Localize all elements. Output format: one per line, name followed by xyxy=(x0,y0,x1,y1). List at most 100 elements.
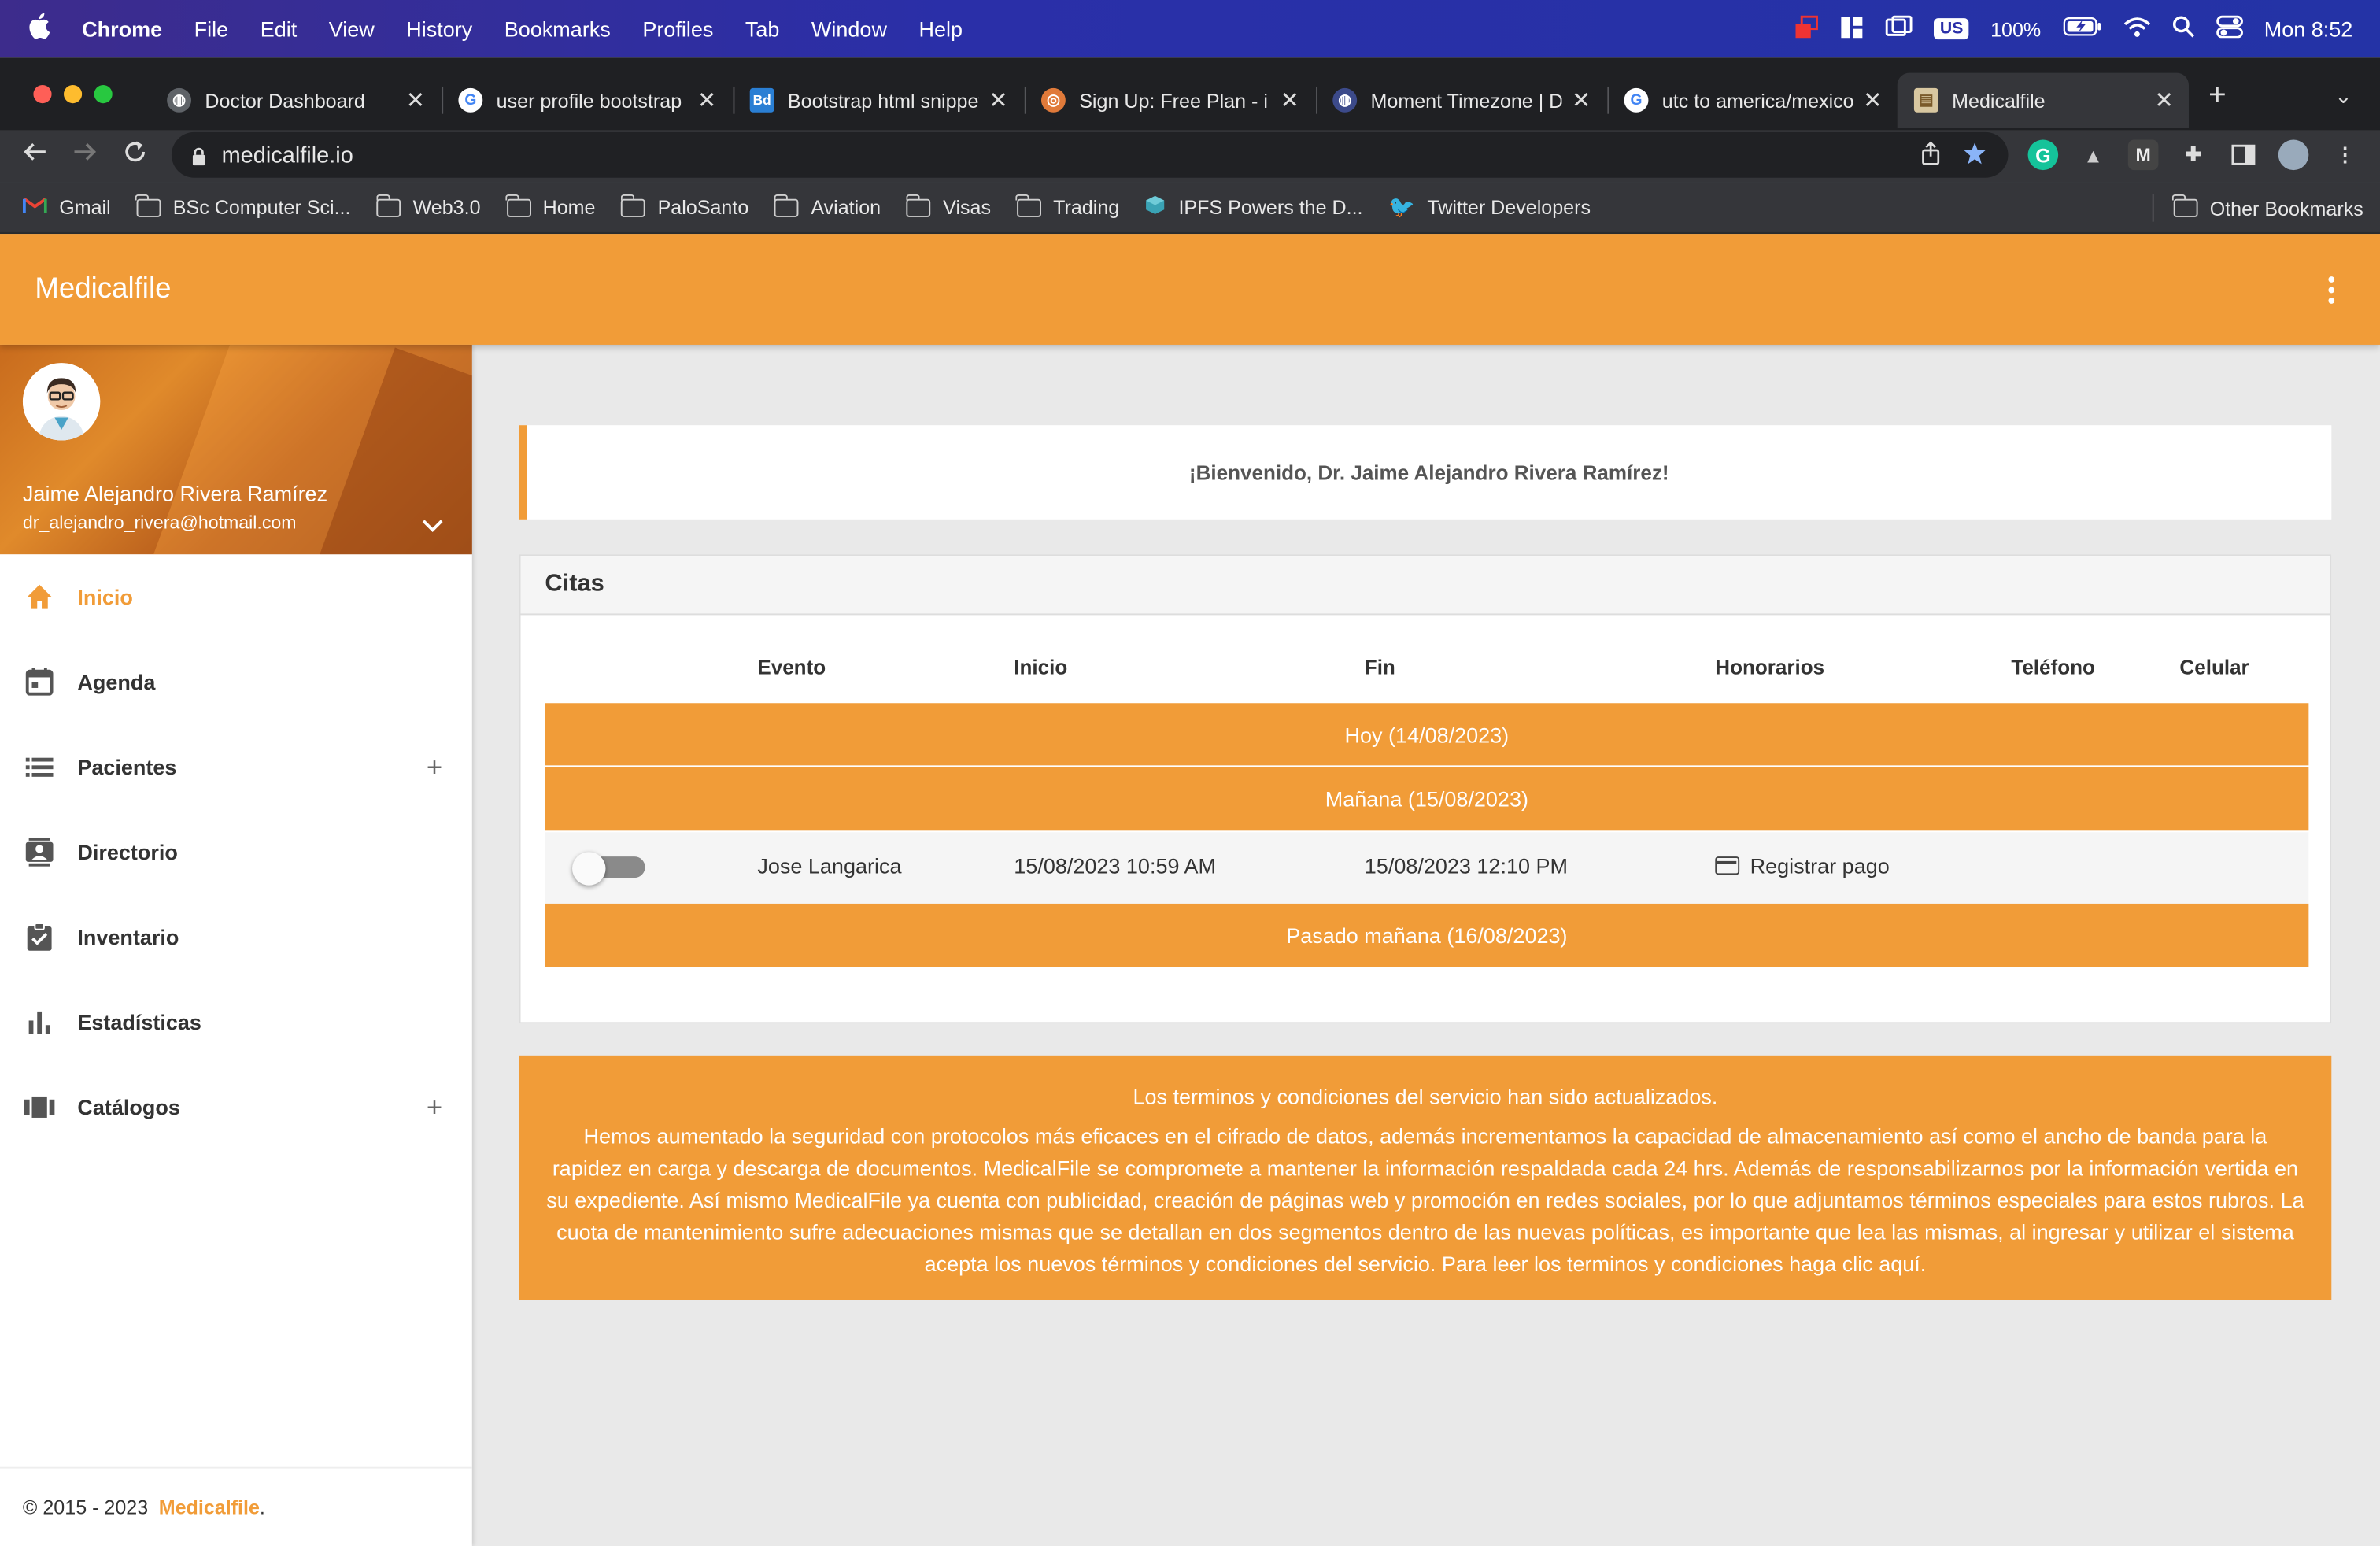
macos-menubar: Chrome File Edit View History Bookmarks … xyxy=(0,0,2380,58)
other-bookmarks[interactable]: Other Bookmarks xyxy=(2172,183,2363,235)
profile-avatar-icon[interactable] xyxy=(2278,139,2309,171)
control-center-icon[interactable] xyxy=(2216,15,2243,43)
menu-window[interactable]: Window xyxy=(811,17,887,41)
window-layout-icon[interactable] xyxy=(1840,14,1864,43)
registrar-pago-link[interactable]: Registrar pago xyxy=(1750,853,1890,878)
address-bar[interactable]: medicalfile.io xyxy=(171,131,2009,178)
footer-brand-link[interactable]: Medicalfile xyxy=(159,1496,260,1518)
globe-icon: ◍ xyxy=(167,87,191,113)
bookmark-star-icon[interactable] xyxy=(1963,141,1987,172)
close-tab-icon[interactable]: ✕ xyxy=(1572,87,1591,114)
list-icon xyxy=(24,752,55,782)
menubar-clock[interactable]: Mon 8:52 xyxy=(2264,17,2353,41)
bookmark-folder-web3[interactable]: Web3.0 xyxy=(375,193,481,219)
tab-bootstrap-snippets[interactable]: Bd Bootstrap html snippets ✕ xyxy=(734,73,1022,128)
input-source-badge[interactable]: US xyxy=(1934,18,1970,40)
app-brand[interactable]: Medicalfile xyxy=(35,273,171,306)
doctor-avatar[interactable] xyxy=(22,363,101,441)
sidebar-item-estadisticas[interactable]: Estadísticas xyxy=(0,979,472,1064)
bookmark-folder-trading[interactable]: Trading xyxy=(1015,193,1119,219)
wifi-icon[interactable] xyxy=(2123,16,2150,42)
tab-user-profile-bootstrap[interactable]: G user profile bootstrap ✕ xyxy=(443,73,731,128)
extension-m-icon[interactable]: M xyxy=(2127,139,2159,171)
sidebar-item-label: Inicio xyxy=(77,584,133,609)
menu-app-name[interactable]: Chrome xyxy=(82,17,162,41)
table-row[interactable]: Jose Langarica 15/08/2023 10:59 AM 15/08… xyxy=(545,832,2309,904)
folder-icon xyxy=(2172,194,2198,217)
side-panel-icon[interactable] xyxy=(2228,139,2259,170)
close-tab-icon[interactable]: ✕ xyxy=(1863,87,1882,114)
notice-title: Los terminos y condiciones del servicio … xyxy=(1133,1084,1718,1109)
tab-sign-up-free-plan[interactable]: ◎ Sign Up: Free Plan - i ✕ xyxy=(1026,73,1314,128)
back-arrow-icon[interactable] xyxy=(21,139,49,173)
chevron-down-icon[interactable] xyxy=(422,515,443,538)
close-tab-icon[interactable]: ✕ xyxy=(2154,87,2173,114)
menu-bookmarks[interactable]: Bookmarks xyxy=(504,17,611,41)
expand-plus-icon[interactable]: + xyxy=(427,1091,442,1123)
menu-tab[interactable]: Tab xyxy=(745,17,780,41)
browser-tab-strip: ◍ Doctor Dashboard ✕ G user profile boot… xyxy=(0,57,2380,131)
menu-profiles[interactable]: Profiles xyxy=(642,17,713,41)
expand-plus-icon[interactable]: + xyxy=(427,751,442,783)
menu-view[interactable]: View xyxy=(329,17,375,41)
spotlight-search-icon[interactable] xyxy=(2171,15,2194,43)
bookmark-gmail[interactable]: Gmail xyxy=(22,196,111,219)
sidebar-item-label: Directorio xyxy=(77,839,178,864)
extensions-puzzle-icon[interactable]: ✚ xyxy=(2178,139,2208,170)
sidebar-item-inicio[interactable]: Inicio xyxy=(0,554,472,639)
tab-utc-to-america-mexico[interactable]: G utc to america/mexico ✕ xyxy=(1609,73,1897,128)
terms-notice[interactable]: Los terminos y condiciones del servicio … xyxy=(519,1055,2332,1300)
forward-arrow-icon[interactable] xyxy=(72,139,99,173)
battery-icon[interactable] xyxy=(2062,17,2101,41)
sidebar-item-agenda[interactable]: Agenda xyxy=(0,639,472,724)
bookmark-folder-bsc[interactable]: BSc Computer Sci... xyxy=(135,193,350,219)
copyright-text: © 2015 - 2023 xyxy=(22,1496,149,1519)
menu-help[interactable]: Help xyxy=(918,17,963,41)
close-tab-icon[interactable]: ✕ xyxy=(1281,87,1299,114)
extension-hat-icon[interactable]: ▲ xyxy=(2078,139,2108,170)
menu-history[interactable]: History xyxy=(406,17,472,41)
menu-edit[interactable]: Edit xyxy=(261,17,298,41)
reload-icon[interactable] xyxy=(121,139,149,173)
more-options-icon[interactable] xyxy=(2328,276,2335,304)
screen-record-icon[interactable] xyxy=(1794,14,1819,43)
close-tab-icon[interactable]: ✕ xyxy=(697,87,716,114)
zoom-window-button[interactable] xyxy=(94,85,113,104)
menu-file[interactable]: File xyxy=(194,17,229,41)
tab-doctor-dashboard[interactable]: ◍ Doctor Dashboard ✕ xyxy=(152,73,440,128)
sidebar-item-inventario[interactable]: Inventario xyxy=(0,894,472,979)
bookmark-label: IPFS Powers the D... xyxy=(1178,195,1363,219)
share-icon[interactable] xyxy=(1920,141,1942,172)
column-header-evento: Evento xyxy=(757,656,826,679)
minimize-window-button[interactable] xyxy=(63,85,83,104)
battery-percent: 100% xyxy=(1990,17,2042,41)
lock-icon[interactable] xyxy=(191,146,206,166)
bookmark-twitter-developers[interactable]: 🐦 Twitter Developers xyxy=(1388,194,1591,220)
sidebar-item-pacientes[interactable]: Pacientes + xyxy=(0,724,472,809)
new-tab-icon[interactable]: + xyxy=(2208,79,2227,113)
credit-card-icon[interactable] xyxy=(1715,856,1740,875)
apple-icon[interactable] xyxy=(28,11,58,46)
globe-icon: ◍ xyxy=(1332,87,1358,113)
appointment-toggle[interactable] xyxy=(572,852,645,886)
sidebar-item-label: Catálogos xyxy=(77,1095,180,1119)
close-window-button[interactable] xyxy=(33,85,52,104)
sidebar-item-catalogos[interactable]: Catálogos + xyxy=(0,1064,472,1149)
grammarly-icon[interactable]: G xyxy=(2027,139,2059,171)
url-text[interactable]: medicalfile.io xyxy=(222,142,353,168)
tab-search-chevron-icon[interactable]: ⌄ xyxy=(2334,83,2352,109)
bookmark-folder-aviation[interactable]: Aviation xyxy=(774,193,881,219)
bookmark-folder-palosanto[interactable]: PaloSanto xyxy=(620,193,748,219)
bookmark-ipfs[interactable]: IPFS Powers the D... xyxy=(1145,194,1363,220)
tab-moment-timezone[interactable]: ◍ Moment Timezone | D ✕ xyxy=(1318,73,1606,128)
close-tab-icon[interactable]: ✕ xyxy=(406,87,425,114)
sidebar-item-directorio[interactable]: Directorio xyxy=(0,809,472,894)
close-tab-icon[interactable]: ✕ xyxy=(989,87,1007,114)
tab-medicalfile[interactable]: ▤ Medicalfile ✕ xyxy=(1897,72,2189,128)
screen-mirroring-icon[interactable] xyxy=(1885,14,1913,43)
bookmark-folder-visas[interactable]: Visas xyxy=(905,193,991,219)
welcome-banner: ¡Bienvenido, Dr. Jaime Alejandro Rivera … xyxy=(519,425,2332,520)
chrome-menu-icon[interactable]: ⋮ xyxy=(2330,139,2360,170)
folder-icon xyxy=(1015,193,1041,216)
bookmark-folder-home[interactable]: Home xyxy=(505,193,596,219)
